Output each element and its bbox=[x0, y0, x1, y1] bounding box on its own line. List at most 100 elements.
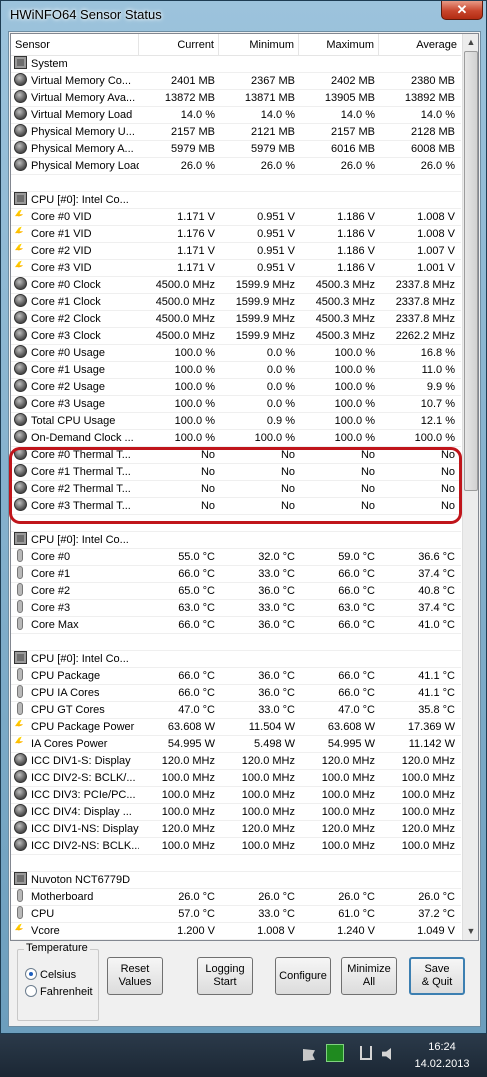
sensor-name-cell: Core #1 bbox=[14, 566, 139, 583]
sensor-row[interactable]: Vcore 1.200 V 1.008 V 1.240 V 1.049 V bbox=[11, 923, 461, 940]
gauge-icon bbox=[14, 464, 27, 477]
maximum-value: 4500.3 MHz bbox=[315, 313, 375, 325]
sensor-row[interactable]: On-Demand Clock ... 100.0 % 100.0 % 100.0 %… bbox=[11, 430, 461, 447]
scroll-down-icon[interactable]: ▼ bbox=[463, 923, 478, 940]
sensor-row[interactable]: Core #1 Clock 4500.0 MHz 1599.9 MHz 4500.3 … bbox=[11, 294, 461, 311]
sensor-row[interactable]: Physical Memory U... 2157 MB 2121 MB 2157 M… bbox=[11, 124, 461, 141]
header-sensor[interactable]: Sensor bbox=[11, 34, 139, 56]
therm-icon bbox=[17, 600, 23, 613]
minimum-value: No bbox=[280, 483, 295, 495]
sensor-row[interactable]: Virtual Memory Ava... 13872 MB 13871 MB 139… bbox=[11, 90, 461, 107]
sensor-row[interactable]: ICC DIV2-NS: BCLK... 100.0 MHz 100.0 MHz 10… bbox=[11, 838, 461, 855]
sensor-row[interactable]: Core #0 Thermal T... No No No No bbox=[11, 447, 461, 464]
sensor-row[interactable]: ICC DIV3: PCIe/PC... 100.0 MHz 100.0 MHz 10… bbox=[11, 787, 461, 804]
sensor-row[interactable]: Core #2 Thermal T... No No No No bbox=[11, 481, 461, 498]
sensor-name-cell: ICC DIV4: Display ... bbox=[14, 804, 139, 821]
sensor-row[interactable]: ICC DIV1-NS: Display 120.0 MHz 120.0 MHz 12… bbox=[11, 821, 461, 838]
sensor-row[interactable]: Core #2 65.0 °C 36.0 °C 66.0 °C 40.8 °C bbox=[11, 583, 461, 600]
sensor-label: Core #2 Clock bbox=[31, 313, 101, 325]
sensor-row[interactable]: Physical Memory A... 5979 MB 5979 MB 6016 M… bbox=[11, 141, 461, 158]
sensor-name-cell: Core #0 Usage bbox=[14, 345, 139, 362]
sensor-row[interactable]: Core #0 55.0 °C 32.0 °C 59.0 °C 36.6 °C bbox=[11, 549, 461, 566]
chip-icon bbox=[14, 651, 27, 664]
minimize-all-button[interactable]: Minimize All bbox=[341, 957, 397, 995]
minimum-value: 0.9 % bbox=[266, 415, 295, 427]
network-icon[interactable] bbox=[360, 1046, 372, 1060]
sensor-row[interactable]: CPU IA Cores 66.0 °C 36.0 °C 66.0 °C 41.1 °C bbox=[11, 685, 461, 702]
sensor-row[interactable]: ICC DIV2-S: BCLK/... 100.0 MHz 100.0 MHz 10… bbox=[11, 770, 461, 787]
sensor-list[interactable]: Sensor Current Minimum Maximum Average S… bbox=[10, 33, 479, 941]
current-value: 120.0 MHz bbox=[161, 755, 215, 767]
sensor-row[interactable]: Virtual Memory Load 14.0 % 14.0 % 14.0 % 14.… bbox=[11, 107, 461, 124]
scroll-thumb[interactable] bbox=[464, 51, 478, 491]
sensor-row[interactable]: Core #0 VID 1.171 V 0.951 V 1.186 V 1.008 V bbox=[11, 209, 461, 226]
sensor-row[interactable]: CPU Package Power 63.608 W 11.504 W 63.608 … bbox=[11, 719, 461, 736]
title-bar[interactable]: HWiNFO64 Sensor Status ✕ bbox=[1, 1, 487, 31]
sensor-name-cell: System bbox=[14, 56, 139, 73]
sensor-row[interactable]: Core #2 VID 1.171 V 0.951 V 1.186 V 1.007 V bbox=[11, 243, 461, 260]
sensor-row[interactable]: CPU Package 66.0 °C 36.0 °C 66.0 °C 41.1 °C bbox=[11, 668, 461, 685]
save-quit-button[interactable]: Save & Quit bbox=[409, 957, 465, 995]
sensor-row[interactable]: Core #3 Thermal T... No No No No bbox=[11, 498, 461, 515]
current-value: 65.0 °C bbox=[178, 585, 215, 597]
sensor-row[interactable]: ICC DIV1-S: Display 120.0 MHz 120.0 MHz 120… bbox=[11, 753, 461, 770]
sensor-row[interactable]: Core #1 Usage 100.0 % 0.0 % 100.0 % 11.0 % bbox=[11, 362, 461, 379]
sensor-row[interactable]: Core #1 VID 1.176 V 0.951 V 1.186 V 1.008 V bbox=[11, 226, 461, 243]
maximum-value: 54.995 W bbox=[327, 738, 375, 750]
header-current[interactable]: Current bbox=[139, 34, 219, 56]
scroll-up-icon[interactable]: ▲ bbox=[463, 34, 478, 51]
sensor-row[interactable]: Virtual Memory Co... 2401 MB 2367 MB 2402 M… bbox=[11, 73, 461, 90]
maximum-value: 26.0 °C bbox=[338, 891, 375, 903]
sensor-row[interactable]: Core #1 66.0 °C 33.0 °C 66.0 °C 37.4 °C bbox=[11, 566, 461, 583]
maximum-value: 100.0 % bbox=[334, 398, 375, 410]
current-value: No bbox=[200, 466, 215, 478]
hwinfo-tray-icon[interactable] bbox=[326, 1044, 344, 1062]
minimum-value: 0.951 V bbox=[257, 245, 295, 257]
sensor-row[interactable]: Core #0 Usage 100.0 % 0.0 % 100.0 % 16.8 % bbox=[11, 345, 461, 362]
sensor-row[interactable]: Nuvoton NCT6779D bbox=[11, 872, 461, 889]
sensor-row[interactable]: Total CPU Usage 100.0 % 0.9 % 100.0 % 12.1 % bbox=[11, 413, 461, 430]
sensor-label: Core #3 Usage bbox=[31, 398, 105, 410]
configure-button[interactable]: Configure bbox=[275, 957, 331, 995]
sensor-row[interactable]: Core #3 63.0 °C 33.0 °C 63.0 °C 37.4 °C bbox=[11, 600, 461, 617]
sensor-row[interactable]: Core #3 Clock 4500.0 MHz 1599.9 MHz 4500.3 … bbox=[11, 328, 461, 345]
sensor-row[interactable]: Core #2 Clock 4500.0 MHz 1599.9 MHz 4500.3 … bbox=[11, 311, 461, 328]
minimum-value: 1.008 V bbox=[257, 925, 295, 937]
header-minimum[interactable]: Minimum bbox=[219, 34, 299, 56]
clock-date[interactable]: 14.02.2013 bbox=[409, 1058, 475, 1070]
sensor-row[interactable]: CPU [#0]: Intel Co... bbox=[11, 192, 461, 209]
close-button[interactable]: ✕ bbox=[441, 1, 483, 20]
sensor-row[interactable]: CPU 57.0 °C 33.0 °C 61.0 °C 37.2 °C bbox=[11, 906, 461, 923]
current-value: 47.0 °C bbox=[178, 704, 215, 716]
sensor-row[interactable]: CPU [#0]: Intel Co... bbox=[11, 532, 461, 549]
sensor-name-cell bbox=[14, 515, 139, 532]
header-maximum[interactable]: Maximum bbox=[299, 34, 379, 56]
clock-time[interactable]: 16:24 bbox=[409, 1041, 475, 1053]
sensor-row[interactable]: Core #1 Thermal T... No No No No bbox=[11, 464, 461, 481]
sensor-label: ICC DIV1-NS: Display bbox=[31, 823, 139, 835]
sensor-row[interactable]: IA Cores Power 54.995 W 5.498 W 54.995 W 11.… bbox=[11, 736, 461, 753]
vertical-scrollbar[interactable]: ▲ ▼ bbox=[462, 34, 478, 940]
sensor-row[interactable]: Core #0 Clock 4500.0 MHz 1599.9 MHz 4500.3 … bbox=[11, 277, 461, 294]
sensor-row[interactable]: CPU GT Cores 47.0 °C 33.0 °C 47.0 °C 35.8 °C bbox=[11, 702, 461, 719]
sensor-row[interactable]: Core #2 Usage 100.0 % 0.0 % 100.0 % 9.9 % bbox=[11, 379, 461, 396]
logging-start-button[interactable]: Logging Start bbox=[197, 957, 253, 995]
bolt-icon bbox=[15, 719, 23, 732]
fahrenheit-radio[interactable]: Fahrenheit bbox=[25, 985, 93, 999]
reset-values-button[interactable]: Reset Values bbox=[107, 957, 163, 995]
sensor-row[interactable]: Core #3 Usage 100.0 % 0.0 % 100.0 % 10.7 % bbox=[11, 396, 461, 413]
sensor-label: System bbox=[31, 58, 68, 70]
sensor-row[interactable]: Motherboard 26.0 °C 26.0 °C 26.0 °C 26.0 °C bbox=[11, 889, 461, 906]
sensor-row[interactable]: Core Max 66.0 °C 36.0 °C 66.0 °C 41.0 °C bbox=[11, 617, 461, 634]
sensor-row[interactable]: CPU [#0]: Intel Co... bbox=[11, 651, 461, 668]
celsius-radio[interactable]: Celsius bbox=[25, 968, 76, 982]
sensor-row[interactable]: ICC DIV4: Display ... 100.0 MHz 100.0 MHz 1… bbox=[11, 804, 461, 821]
sensor-label: ICC DIV3: PCIe/PC... bbox=[31, 789, 136, 801]
sensor-name-cell: Physical Memory Load bbox=[14, 158, 139, 175]
sensor-row[interactable]: Physical Memory Load 26.0 % 26.0 % 26.0 % 26… bbox=[11, 158, 461, 175]
sensor-row[interactable]: Core #3 VID 1.171 V 0.951 V 1.186 V 1.001 V bbox=[11, 260, 461, 277]
sensor-row[interactable]: System bbox=[11, 56, 461, 73]
minimum-value: 11.504 W bbox=[248, 721, 295, 733]
header-average[interactable]: Average bbox=[379, 34, 461, 56]
maximum-value: 66.0 °C bbox=[338, 568, 375, 580]
